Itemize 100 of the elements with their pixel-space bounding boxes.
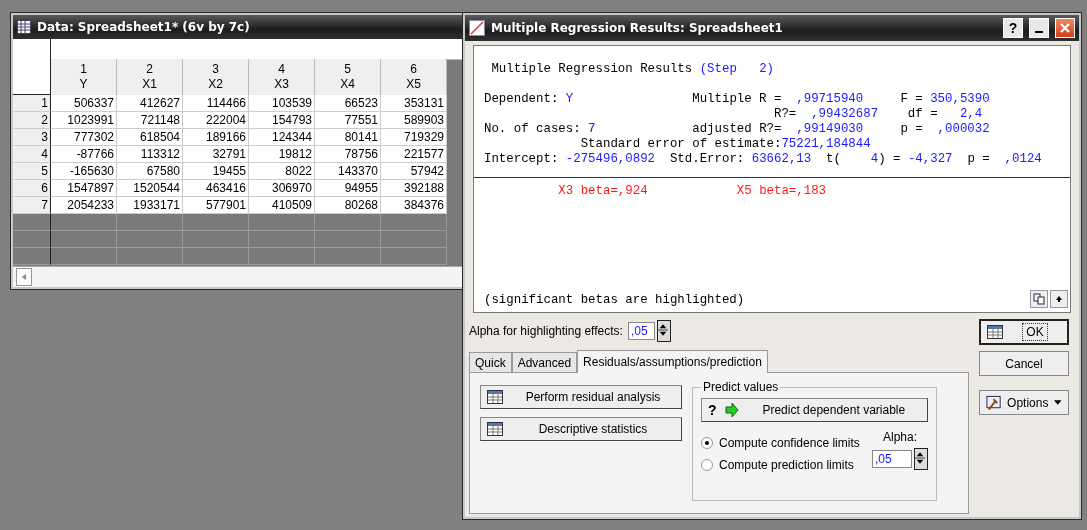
- table-cell[interactable]: 306970: [249, 180, 315, 197]
- table-cell[interactable]: 353131: [381, 95, 447, 112]
- output-value: 7: [588, 122, 596, 137]
- table-cell[interactable]: 463416: [183, 180, 249, 197]
- corner-cell[interactable]: [13, 39, 51, 95]
- output-label: Std.Error:: [668, 152, 746, 167]
- analysis-button[interactable]: Perform residual analysis: [480, 385, 682, 409]
- table-cell[interactable]: 154793: [249, 112, 315, 129]
- table-cell[interactable]: 78756: [315, 146, 381, 163]
- tab[interactable]: Advanced: [511, 352, 578, 372]
- radio-option[interactable]: Compute prediction limits: [701, 458, 860, 472]
- table-cell[interactable]: 189166: [183, 129, 249, 146]
- radio-icon[interactable]: [701, 437, 713, 449]
- row-header[interactable]: 1: [13, 95, 51, 112]
- table-cell[interactable]: 67580: [117, 163, 183, 180]
- copy-button[interactable]: [1030, 290, 1048, 308]
- table-cell[interactable]: 410509: [249, 197, 315, 214]
- table-cell[interactable]: 1547897: [51, 180, 117, 197]
- row-header[interactable]: 3: [13, 129, 51, 146]
- highlighted-beta: X3 beta=,924: [557, 184, 648, 199]
- table-cell[interactable]: 19812: [249, 146, 315, 163]
- table-cell[interactable]: 94955: [315, 180, 381, 197]
- copy-icon: [1033, 293, 1045, 305]
- table-cell[interactable]: 412627: [117, 95, 183, 112]
- table-cell[interactable]: 392188: [381, 180, 447, 197]
- table-cell[interactable]: 80268: [315, 197, 381, 214]
- tab[interactable]: Quick: [469, 352, 512, 372]
- column-header[interactable]: 2 X1: [117, 59, 183, 96]
- table-cell[interactable]: 124344: [249, 129, 315, 146]
- output-label: t(: [825, 152, 842, 167]
- hammer-icon: [986, 394, 1002, 411]
- table-cell[interactable]: 19455: [183, 163, 249, 180]
- column-header[interactable]: 6 X5: [381, 59, 447, 96]
- table-cell[interactable]: 221577: [381, 146, 447, 163]
- row-header[interactable]: 7: [13, 197, 51, 214]
- table-cell[interactable]: 1023991: [51, 112, 117, 129]
- column-header[interactable]: 3 X2: [183, 59, 249, 96]
- output-value: ,99149030: [796, 122, 864, 137]
- help-button[interactable]: ?: [1003, 18, 1023, 38]
- table-cell[interactable]: -165630: [51, 163, 117, 180]
- row-header[interactable]: 4: [13, 146, 51, 163]
- table-cell[interactable]: 80141: [315, 129, 381, 146]
- table-cell[interactable]: 577901: [183, 197, 249, 214]
- table-cell[interactable]: 2054233: [51, 197, 117, 214]
- dropdown-caret-icon: [1054, 400, 1062, 405]
- output-value: (Step 2): [699, 62, 774, 77]
- column-number: 6: [410, 62, 417, 77]
- spin-buttons[interactable]: [914, 448, 928, 470]
- column-header[interactable]: 1 Y: [51, 59, 117, 96]
- output-label: R?=: [773, 107, 798, 122]
- table-cell[interactable]: 8022: [249, 163, 315, 180]
- table-cell[interactable]: 222004: [183, 112, 249, 129]
- row-header[interactable]: 5: [13, 163, 51, 180]
- cancel-button[interactable]: Cancel: [979, 351, 1069, 376]
- column-name: X1: [142, 77, 157, 92]
- table-cell[interactable]: 719329: [381, 129, 447, 146]
- table-icon: [487, 422, 503, 436]
- radio-icon[interactable]: [701, 459, 713, 471]
- table-cell[interactable]: 66523: [315, 95, 381, 112]
- table-cell[interactable]: 77551: [315, 112, 381, 129]
- table-cell[interactable]: 777302: [51, 129, 117, 146]
- radio-option[interactable]: Compute confidence limits: [701, 436, 860, 450]
- predict-button[interactable]: ? Predict dependent variable: [701, 398, 928, 422]
- scroll-up-button[interactable]: [1050, 290, 1068, 308]
- table-cell[interactable]: 1520544: [117, 180, 183, 197]
- minimize-button[interactable]: [1029, 18, 1049, 38]
- column-number: 3: [212, 62, 219, 77]
- table-cell[interactable]: 114466: [183, 95, 249, 112]
- table-cell[interactable]: 589903: [381, 112, 447, 129]
- alpha-field[interactable]: ,05: [872, 450, 912, 468]
- column-header[interactable]: 5 X4: [315, 59, 381, 96]
- table-cell[interactable]: 618504: [117, 129, 183, 146]
- close-button[interactable]: [1055, 18, 1075, 38]
- output-label: adjusted R?=: [691, 122, 783, 137]
- table-icon: [987, 325, 1003, 339]
- spin-buttons[interactable]: [656, 320, 671, 342]
- column-number: 5: [344, 62, 351, 77]
- options-button[interactable]: Options: [979, 390, 1069, 415]
- table-cell[interactable]: 143370: [315, 163, 381, 180]
- table-cell[interactable]: 57942: [381, 163, 447, 180]
- table-cell[interactable]: 32791: [183, 146, 249, 163]
- table-icon: [487, 390, 503, 404]
- output-value: 75221,184844: [781, 137, 871, 152]
- table-cell[interactable]: 103539: [249, 95, 315, 112]
- table-cell[interactable]: 113312: [117, 146, 183, 163]
- column-header[interactable]: 4 X3: [249, 59, 315, 96]
- scroll-left-button[interactable]: [16, 268, 32, 286]
- table-cell[interactable]: -87766: [51, 146, 117, 163]
- row-header[interactable]: 2: [13, 112, 51, 129]
- table-cell[interactable]: 1933171: [117, 197, 183, 214]
- alpha-field[interactable]: ,05: [627, 322, 655, 340]
- table-cell[interactable]: 721148: [117, 112, 183, 129]
- row-header[interactable]: 6: [13, 180, 51, 197]
- regression-icon: [469, 20, 485, 36]
- table-cell[interactable]: 506337: [51, 95, 117, 112]
- analysis-button[interactable]: Descriptive statistics: [480, 417, 682, 441]
- output-value: 2,4: [959, 107, 983, 122]
- tab[interactable]: Residuals/assumptions/prediction: [577, 350, 768, 373]
- ok-button[interactable]: OK: [979, 319, 1069, 345]
- table-cell[interactable]: 384376: [381, 197, 447, 214]
